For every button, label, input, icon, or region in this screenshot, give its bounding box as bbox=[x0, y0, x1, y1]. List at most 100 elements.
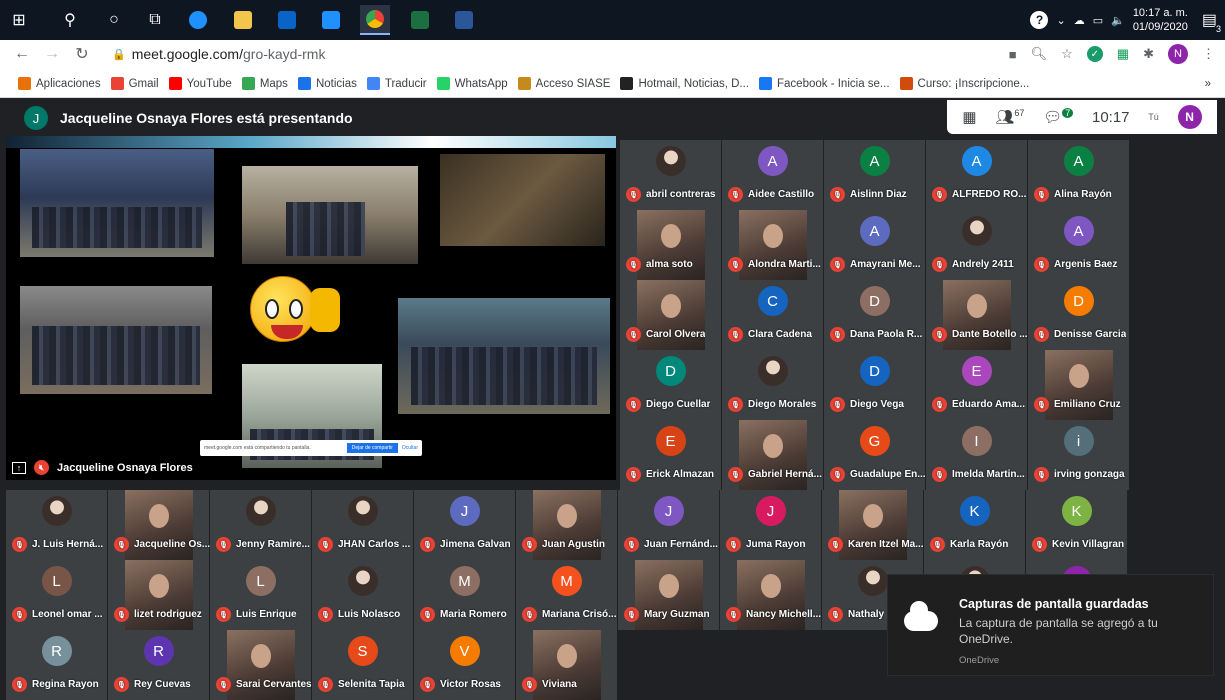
participant-tile[interactable]: A 🎙︎ Aidee Castillo bbox=[722, 140, 823, 210]
notification-center-icon[interactable]: ▤ 3 bbox=[1202, 10, 1223, 34]
participant-tile[interactable]: A 🎙︎ Alina Rayón bbox=[1028, 140, 1129, 210]
task-view-icon[interactable]: ⧉ bbox=[140, 5, 170, 35]
participant-tile[interactable]: 🎙︎ Andrely 2411 bbox=[926, 210, 1027, 280]
camera-indicator-icon[interactable]: ■ bbox=[1009, 47, 1017, 62]
bookmark-star-icon[interactable]: ☆ bbox=[1061, 46, 1073, 62]
participant-tile[interactable]: 🎙︎ Alondra Marti... bbox=[722, 210, 823, 280]
extensions-puzzle-icon[interactable]: ✱ bbox=[1143, 46, 1154, 62]
participant-tile[interactable]: 🎙︎ lizet rodriguez bbox=[108, 560, 209, 630]
mail-icon[interactable] bbox=[316, 5, 346, 35]
bookmark-siase[interactable]: Acceso SIASE bbox=[517, 77, 610, 90]
reload-icon[interactable]: ↻ bbox=[74, 44, 90, 64]
participant-tile[interactable]: 🎙︎ Emiliano Cruz bbox=[1028, 350, 1129, 420]
help-icon[interactable]: ? bbox=[1030, 11, 1049, 29]
back-icon[interactable]: ← bbox=[14, 45, 30, 63]
system-clock[interactable]: 10:17 a. m. 01/09/2020 bbox=[1133, 6, 1188, 34]
bookmark-whatsapp[interactable]: WhatsApp bbox=[436, 77, 508, 90]
you-avatar[interactable]: N bbox=[1177, 105, 1202, 129]
sheets-extension-icon[interactable]: ▦ bbox=[1117, 46, 1129, 62]
extension-check-icon[interactable]: ✓ bbox=[1086, 46, 1103, 62]
participant-tile[interactable]: R 🎙︎ Regina Rayon bbox=[6, 630, 107, 700]
bookmark-msn[interactable]: Hotmail, Noticias, D... bbox=[620, 77, 749, 90]
bookmark-maps-pin[interactable]: Maps bbox=[241, 77, 288, 90]
lock-icon[interactable]: 🔒 bbox=[112, 48, 126, 61]
participant-tile[interactable]: 🎙︎ Jenny Ramire... bbox=[210, 490, 311, 560]
participant-tile[interactable]: L 🎙︎ Luis Enrique bbox=[210, 560, 311, 630]
network-icon[interactable]: ☁ bbox=[1074, 14, 1085, 27]
bookmark-facebook[interactable]: Facebook - Inicia se... bbox=[759, 77, 890, 90]
participant-tile[interactable]: 🎙︎ Karen Itzel Ma... bbox=[822, 490, 924, 560]
participant-tile[interactable]: 🎙︎ Nancy Michell... bbox=[720, 560, 821, 630]
participant-tile[interactable]: M 🎙︎ Mariana Crisó... bbox=[516, 560, 617, 630]
onedrive-notification[interactable]: Capturas de pantalla guardadas La captur… bbox=[887, 574, 1214, 676]
participant-tile[interactable]: 🎙︎ Luis Nolasco bbox=[312, 560, 413, 630]
participant-tile[interactable]: C 🎙︎ Clara Cadena bbox=[722, 280, 823, 350]
participant-tile[interactable]: 🎙︎ J. Luis Herná... bbox=[6, 490, 107, 560]
bookmarks-overflow-icon[interactable]: » bbox=[1205, 78, 1211, 90]
participant-tile[interactable]: M 🎙︎ Maria Romero bbox=[414, 560, 515, 630]
chevron-up-icon[interactable]: ⌄ bbox=[1056, 14, 1065, 27]
participant-tile[interactable]: V 🎙︎ Victor Rosas bbox=[414, 630, 515, 700]
participant-tile[interactable]: A 🎙︎ Aislinn Diaz bbox=[824, 140, 925, 210]
participant-tile[interactable]: 🎙︎ Diego Morales bbox=[722, 350, 823, 420]
participants-button[interactable]: 👥︎67 bbox=[995, 108, 1024, 126]
display-icon[interactable]: ▭ bbox=[1093, 14, 1103, 27]
cortana-icon[interactable]: ○ bbox=[99, 5, 129, 35]
zoom-icon[interactable]: 🔍︎ bbox=[1031, 46, 1048, 62]
url-bar[interactable]: 🔒 meet.google.com/gro-kayd-rmk bbox=[112, 42, 972, 66]
participant-tile[interactable]: J 🎙︎ Juan Fernánd... bbox=[618, 490, 719, 560]
participant-tile[interactable]: A 🎙︎ ALFREDO RO... bbox=[926, 140, 1027, 210]
chrome-icon[interactable] bbox=[360, 5, 390, 35]
participant-tile[interactable]: 🎙︎ Juan Agustin bbox=[516, 490, 617, 560]
bookmark-gmail[interactable]: Gmail bbox=[110, 77, 159, 90]
participant-tile[interactable]: J 🎙︎ Jimena Galvan bbox=[414, 490, 515, 560]
bookmark-apps-grid[interactable]: Aplicaciones bbox=[18, 77, 101, 90]
speaker-icon[interactable]: 🔈 bbox=[1111, 14, 1125, 27]
participant-tile[interactable]: K 🎙︎ Karla Rayón bbox=[924, 490, 1025, 560]
store-icon[interactable] bbox=[272, 5, 302, 35]
stop-sharing-button[interactable]: Dejar de compartir bbox=[346, 443, 398, 453]
bookmark-youtube[interactable]: YouTube bbox=[168, 77, 232, 90]
participant-tile[interactable]: 🎙︎ Sarai Cervantes bbox=[210, 630, 312, 700]
participant-tile[interactable]: 🎙︎ alma soto bbox=[620, 210, 721, 280]
participant-tile[interactable]: D 🎙︎ Diego Cuellar bbox=[620, 350, 721, 420]
participant-tile[interactable]: 🎙︎ JHAN Carlos ... bbox=[312, 490, 413, 560]
participant-tile[interactable]: J 🎙︎ Juma Rayon bbox=[720, 490, 821, 560]
participant-tile[interactable]: I 🎙︎ Imelda Martin... bbox=[926, 420, 1027, 490]
participant-tile[interactable]: A 🎙︎ Argenis Baez bbox=[1028, 210, 1129, 280]
participant-tile[interactable]: S 🎙︎ Selenita Tapia bbox=[312, 630, 413, 700]
participant-tile[interactable]: R 🎙︎ Rey Cuevas bbox=[108, 630, 209, 700]
participant-tile[interactable]: 🎙︎ Jacqueline Os... bbox=[108, 490, 210, 560]
present-screen-icon[interactable]: ↑ bbox=[12, 461, 26, 474]
windows-start-icon[interactable]: ⊞ bbox=[4, 5, 34, 35]
participant-tile[interactable]: 🎙︎ Dante Botello ... bbox=[926, 280, 1028, 350]
participant-tile[interactable]: 🎙︎ Gabriel Herná... bbox=[722, 420, 823, 490]
participant-tile[interactable]: E 🎙︎ Eduardo Ama... bbox=[926, 350, 1027, 420]
participant-tile[interactable]: i 🎙︎ irving gonzaga bbox=[1028, 420, 1129, 490]
profile-avatar[interactable]: N bbox=[1168, 44, 1188, 64]
participant-tile[interactable]: G 🎙︎ Guadalupe En... bbox=[824, 420, 926, 490]
hide-notice-button[interactable]: Ocultar bbox=[402, 445, 418, 451]
browser-menu-icon[interactable]: ⋮ bbox=[1202, 46, 1215, 62]
search-icon[interactable]: ⚲ bbox=[55, 5, 85, 35]
forward-icon[interactable]: → bbox=[44, 45, 60, 63]
participant-tile[interactable]: 🎙︎ Carol Olvera bbox=[620, 280, 721, 350]
file-explorer-icon[interactable] bbox=[228, 5, 258, 35]
participant-tile[interactable]: D 🎙︎ Dana Paola R... bbox=[824, 280, 925, 350]
participant-tile[interactable]: A 🎙︎ Amayrani Me... bbox=[824, 210, 925, 280]
chat-button[interactable]: 💬︎ 7 bbox=[1043, 108, 1074, 126]
participant-tile[interactable]: 🎙︎ abril contreras bbox=[620, 140, 721, 210]
participant-tile[interactable]: E 🎙︎ Erick Almazan bbox=[620, 420, 721, 490]
edge-icon[interactable] bbox=[183, 5, 213, 35]
bookmark-translate[interactable]: Traducir bbox=[366, 77, 427, 90]
participant-tile[interactable]: 🎙︎ Mary Guzman bbox=[618, 560, 719, 630]
excel-icon[interactable] bbox=[405, 5, 435, 35]
participant-tile[interactable]: K 🎙︎ Kevin Villagran bbox=[1026, 490, 1127, 560]
grid-layout-icon[interactable]: ▦ bbox=[962, 108, 976, 126]
participant-tile[interactable]: D 🎙︎ Denisse Garcia bbox=[1028, 280, 1129, 350]
participant-tile[interactable]: 🎙︎ Viviana bbox=[516, 630, 617, 700]
participant-tile[interactable]: D 🎙︎ Diego Vega bbox=[824, 350, 925, 420]
word-icon[interactable] bbox=[449, 5, 479, 35]
presentation-stage[interactable] bbox=[6, 136, 616, 480]
bookmark-course[interactable]: Curso: ¡Inscripcione... bbox=[899, 77, 1029, 90]
